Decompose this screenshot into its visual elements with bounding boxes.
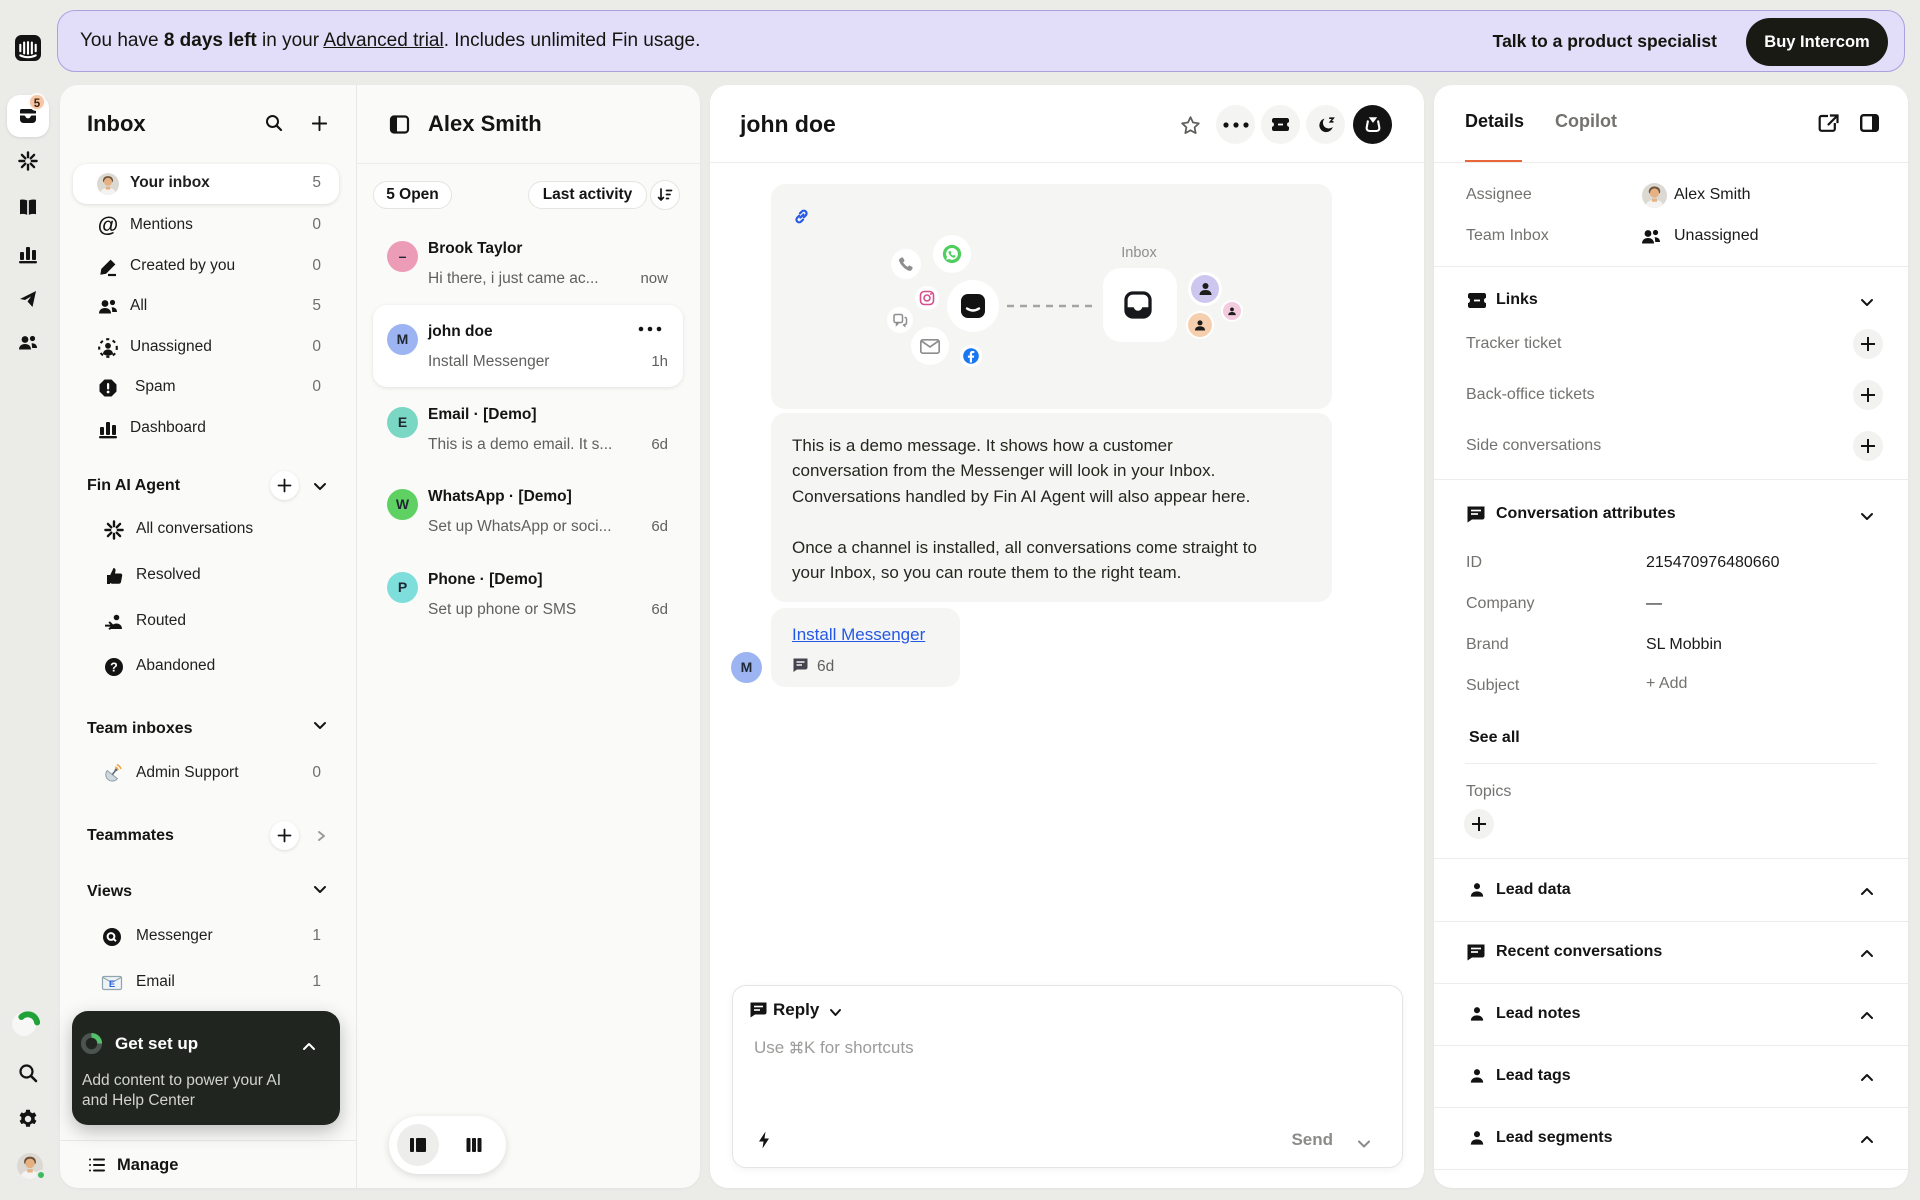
- svg-text:E: E: [109, 979, 115, 990]
- svg-text:?: ?: [110, 660, 118, 674]
